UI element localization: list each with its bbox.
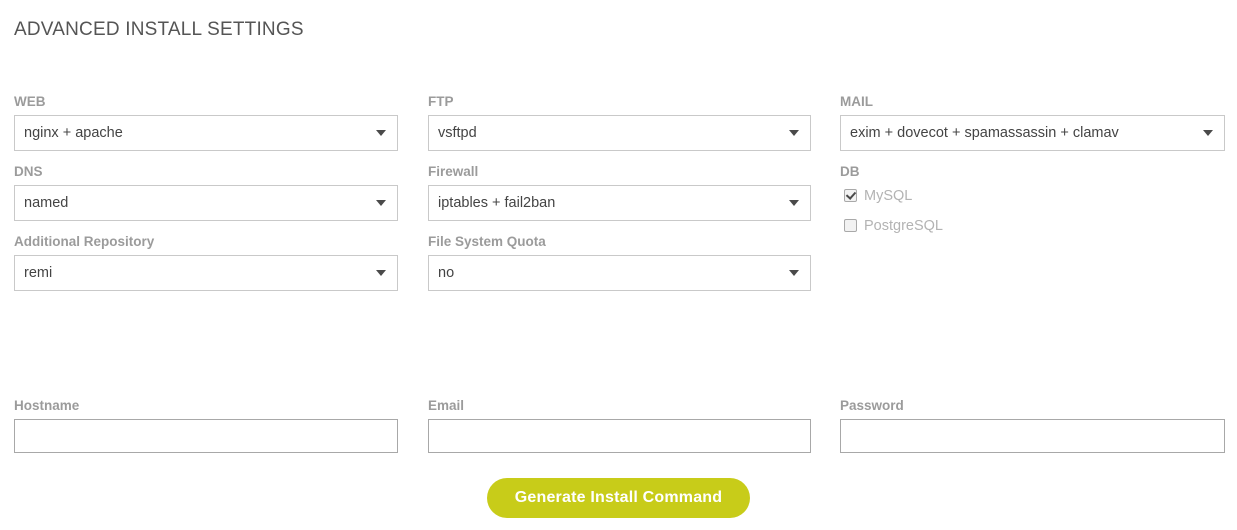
select-file-system-quota-value: no xyxy=(438,265,455,281)
select-file-system-quota[interactable]: no xyxy=(428,255,811,291)
chevron-down-icon xyxy=(376,130,386,136)
field-mail: MAIL exim + dovecot + spamassassin + cla… xyxy=(840,94,1225,151)
field-label-password: Password xyxy=(840,398,904,413)
chevron-down-icon xyxy=(789,200,799,206)
checkbox-label-mysql: MySQL xyxy=(864,187,913,204)
field-email: Email xyxy=(428,398,811,453)
field-file-system-quota: File System Quota no xyxy=(428,234,811,291)
field-firewall: Firewall iptables + fail2ban xyxy=(428,164,811,221)
hostname-input[interactable] xyxy=(14,419,398,453)
field-label-mail: MAIL xyxy=(840,94,873,109)
page-title: ADVANCED INSTALL SETTINGS xyxy=(14,18,304,40)
chevron-down-icon xyxy=(376,270,386,276)
select-additional-repository[interactable]: remi xyxy=(14,255,398,291)
advanced-install-settings-page: ADVANCED INSTALL SETTINGS WEB nginx + ap… xyxy=(0,0,1237,530)
field-label-email: Email xyxy=(428,398,465,413)
field-password: Password xyxy=(840,398,1225,453)
field-label-firewall: Firewall xyxy=(428,164,479,179)
settings-column-1: WEB nginx + apache DNS named Additional … xyxy=(14,94,398,291)
chevron-down-icon xyxy=(376,200,386,206)
select-ftp[interactable]: vsftpd xyxy=(428,115,811,151)
field-label-file-system-quota: File System Quota xyxy=(428,234,546,249)
checkbox-mysql[interactable] xyxy=(844,189,857,202)
email-input[interactable] xyxy=(428,419,811,453)
field-db: DB MySQL PostgreSQL xyxy=(840,164,1225,236)
select-firewall[interactable]: iptables + fail2ban xyxy=(428,185,811,221)
select-mail-value: exim + dovecot + spamassassin + clamav xyxy=(850,125,1119,141)
field-dns: DNS named xyxy=(14,164,398,221)
credentials-column-3: Password xyxy=(840,398,1225,453)
field-label-hostname: Hostname xyxy=(14,398,80,413)
generate-install-command-button[interactable]: Generate Install Command xyxy=(486,478,751,518)
checkbox-postgresql[interactable] xyxy=(844,219,857,232)
field-web: WEB nginx + apache xyxy=(14,94,398,151)
field-label-dns: DNS xyxy=(14,164,43,179)
select-additional-repository-value: remi xyxy=(24,265,53,281)
chevron-down-icon xyxy=(789,130,799,136)
chevron-down-icon xyxy=(1203,130,1213,136)
field-label-db: DB xyxy=(840,164,860,179)
field-ftp: FTP vsftpd xyxy=(428,94,811,151)
checkbox-label-postgresql: PostgreSQL xyxy=(864,217,943,234)
password-input[interactable] xyxy=(840,419,1225,453)
select-mail[interactable]: exim + dovecot + spamassassin + clamav xyxy=(840,115,1225,151)
checkbox-group-db: MySQL PostgreSQL xyxy=(840,185,1225,236)
chevron-down-icon xyxy=(789,270,799,276)
field-label-ftp: FTP xyxy=(428,94,454,109)
field-label-web: WEB xyxy=(14,94,46,109)
select-firewall-value: iptables + fail2ban xyxy=(438,195,556,211)
field-label-additional-repository: Additional Repository xyxy=(14,234,155,249)
select-dns[interactable]: named xyxy=(14,185,398,221)
select-web-value: nginx + apache xyxy=(24,125,123,141)
settings-column-3: MAIL exim + dovecot + spamassassin + cla… xyxy=(840,94,1225,245)
submit-area: Generate Install Command xyxy=(0,478,1237,518)
credentials-column-1: Hostname xyxy=(14,398,398,453)
credentials-column-2: Email xyxy=(428,398,811,453)
select-web[interactable]: nginx + apache xyxy=(14,115,398,151)
settings-column-2: FTP vsftpd Firewall iptables + fail2ban … xyxy=(428,94,811,291)
checkbox-row-mysql[interactable]: MySQL xyxy=(840,185,1225,206)
field-hostname: Hostname xyxy=(14,398,398,453)
field-additional-repository: Additional Repository remi xyxy=(14,234,398,291)
select-ftp-value: vsftpd xyxy=(438,125,477,141)
checkbox-row-postgresql[interactable]: PostgreSQL xyxy=(840,215,1225,236)
select-dns-value: named xyxy=(24,195,69,211)
